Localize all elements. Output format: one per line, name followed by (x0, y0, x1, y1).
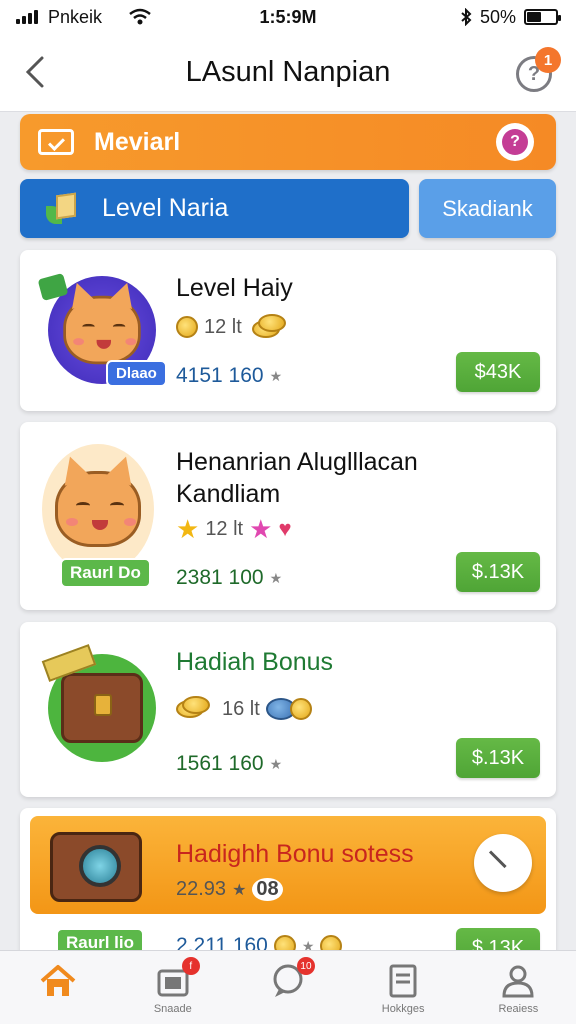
clock-hand-icon (488, 850, 507, 869)
clock-button[interactable] (474, 834, 532, 892)
cat-icon (63, 295, 141, 365)
chat-icon: ? (502, 129, 528, 155)
price-button[interactable]: $.13K (456, 738, 540, 778)
battery-label: 50% (479, 6, 516, 27)
price-row: 4151 160 ★ (176, 364, 282, 388)
card-title: Level Haiy (176, 274, 293, 302)
stat-extra: 08 (252, 878, 283, 901)
document-icon (389, 964, 417, 998)
stat-value: 22.93 (176, 878, 227, 900)
nav-documents[interactable]: Hokkges (358, 963, 448, 1015)
signal-icon (16, 10, 38, 24)
price-text: 4151 160 (176, 364, 264, 387)
list-item[interactable]: Hadiah Bonus 16 lt 1561 160 ★ $.13K (20, 622, 556, 797)
chat-button[interactable]: ? (496, 123, 534, 161)
bottom-nav: f Snaade 10 Hokkges Reaiess (0, 950, 576, 1024)
coin-icon (289, 698, 312, 720)
price-text: 1561 160 (176, 752, 264, 775)
header: LAsunl Nanpian ? 1 (0, 34, 576, 112)
card-stats: 22.93 ★ 08 (176, 878, 283, 901)
gold-coins-icon (176, 696, 216, 722)
cube-icon (46, 192, 80, 226)
chevron-left-icon (25, 56, 44, 88)
price-button[interactable]: $43K (456, 352, 540, 392)
bag-icon (61, 673, 143, 743)
card-stats: 12 lt (176, 314, 288, 340)
stat-value: 16 lt (222, 697, 260, 720)
menu-banner[interactable]: Meviarl ? (20, 114, 556, 170)
price-row: 1561 160 ★ (176, 752, 282, 776)
star-icon: ★ (176, 514, 200, 544)
heart-icon: ♥ (278, 516, 292, 541)
checkbox-icon (38, 129, 74, 155)
pink-star-icon: ★ (249, 514, 273, 544)
card-title-line2: Kandliam (176, 480, 281, 508)
status-bar: Pnkeik 1:5:9M 50% (0, 0, 576, 34)
side-button[interactable]: Skadiank (419, 179, 556, 238)
star-icon: ★ (269, 367, 283, 384)
star-icon: ★ (269, 569, 283, 586)
price-text: 2381 100 (176, 566, 264, 589)
list-item[interactable]: Hadighh Bonu sotess 22.93 ★ 08 Raurl lio… (20, 808, 556, 958)
list-item[interactable]: Dlaao Level Haiy 12 lt 4151 160 ★ $43K (20, 250, 556, 411)
coin-icon (176, 316, 198, 338)
nav-badge: f (181, 957, 200, 975)
home-icon (40, 965, 75, 996)
carrier-label: Pnkeik (48, 6, 103, 27)
list-item[interactable]: Raurl Do Henanrian Aluglllacan Kandliam … (20, 422, 556, 610)
banner-label: Meviarl (94, 127, 181, 156)
status-right: 50% (460, 6, 561, 28)
nav-shop[interactable]: f Snaade (128, 957, 218, 1015)
star-icon: ★ (269, 755, 283, 772)
card-title: Hadighh Bonu sotess (176, 840, 414, 868)
card-tag: Dlaao (106, 360, 167, 387)
cat-avatar (42, 444, 154, 574)
back-button[interactable] (20, 54, 50, 90)
status-left: Pnkeik (16, 7, 152, 28)
price-button[interactable]: $.13K (456, 552, 540, 592)
profile-icon (502, 965, 534, 998)
notification-badge: 1 (535, 47, 561, 73)
stat-value: 12 lt (205, 517, 244, 540)
nav-badge: 10 (296, 957, 315, 975)
nav-home[interactable] (13, 963, 103, 1003)
nav-label: Reaiess (498, 1003, 539, 1015)
card-title-line1: Henanrian Aluglllacan (176, 448, 418, 476)
camera-icon (50, 832, 142, 902)
star-icon: ★ (232, 881, 247, 899)
level-button[interactable]: Level Naria (20, 179, 409, 238)
help-button[interactable]: ? 1 (516, 47, 561, 92)
page-title: LAsunl Nanpian (185, 56, 391, 88)
nav-label: Snaade (153, 1003, 192, 1015)
price-row: 2381 100 ★ (176, 566, 282, 590)
card-stats: 16 lt (176, 696, 312, 722)
card-title: Hadiah Bonus (176, 648, 334, 676)
card-stats: ★ 12 lt ★ ♥ (176, 516, 292, 542)
level-button-label: Level Naria (102, 194, 229, 222)
nav-chat[interactable]: 10 (243, 957, 333, 1003)
card-tag: Raurl Do (60, 558, 151, 588)
cat-icon (55, 471, 141, 547)
stat-value: 12 lt (204, 315, 242, 338)
nav-profile[interactable]: Reaiess (473, 963, 563, 1015)
battery-level (527, 12, 541, 22)
battery-icon (524, 9, 561, 25)
status-time: 1:5:9M (259, 6, 317, 27)
bluetooth-icon (461, 8, 472, 26)
coins-icon (248, 314, 288, 340)
wifi-icon (129, 8, 151, 25)
nav-label: Hokkges (381, 1003, 425, 1015)
